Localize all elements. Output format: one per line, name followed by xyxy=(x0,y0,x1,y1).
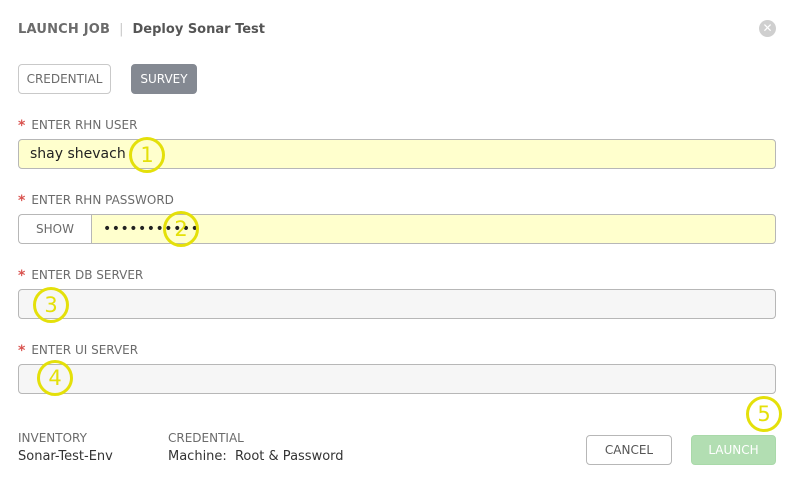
title-separator: | xyxy=(119,21,124,37)
required-asterisk: * xyxy=(18,343,26,359)
db-server-label: * ENTER DB SERVER xyxy=(18,266,143,284)
machine-label: Machine: xyxy=(168,449,227,464)
machine-value: Root & Password xyxy=(234,449,344,464)
tab-survey[interactable]: SURVEY xyxy=(131,64,197,94)
rhn-user-label-text: ENTER RHN USER xyxy=(31,118,138,132)
close-icon[interactable]: ✕ xyxy=(759,20,776,37)
annotation-marker-1: 1 xyxy=(129,137,165,173)
job-name: Deploy Sonar Test xyxy=(132,21,265,37)
ui-server-label-text: ENTER UI SERVER xyxy=(31,343,139,357)
ui-server-label: * ENTER UI SERVER xyxy=(18,341,138,359)
annotation-marker-2: 2 xyxy=(163,211,199,247)
inventory-value: Sonar-Test-Env xyxy=(18,449,113,464)
required-asterisk: * xyxy=(18,268,26,284)
rhn-password-label-text: ENTER RHN PASSWORD xyxy=(31,193,174,207)
launch-button[interactable]: LAUNCH xyxy=(691,435,776,465)
tab-credential[interactable]: CREDENTIAL xyxy=(18,64,111,94)
required-asterisk: * xyxy=(18,193,26,209)
annotation-marker-3: 3 xyxy=(33,287,69,323)
db-server-input[interactable] xyxy=(18,289,776,319)
required-asterisk: * xyxy=(18,118,26,134)
modal-header: LAUNCH JOB | Deploy Sonar Test xyxy=(18,20,265,38)
cancel-button[interactable]: CANCEL xyxy=(586,435,672,465)
db-server-label-text: ENTER DB SERVER xyxy=(31,268,144,282)
rhn-user-label: * ENTER RHN USER xyxy=(18,116,137,134)
inventory-label: INVENTORY xyxy=(18,431,87,445)
annotation-marker-4: 4 xyxy=(37,360,73,396)
show-password-button[interactable]: SHOW xyxy=(18,214,91,244)
ui-server-input[interactable] xyxy=(18,364,776,394)
rhn-password-label: * ENTER RHN PASSWORD xyxy=(18,191,174,209)
credential-value: Machine: Root & Password xyxy=(168,449,344,464)
annotation-marker-5: 5 xyxy=(746,396,782,432)
rhn-password-group: SHOW ••••••••••• xyxy=(18,214,776,244)
modal-title: LAUNCH JOB xyxy=(18,21,111,37)
credential-label: CREDENTIAL xyxy=(168,431,244,445)
